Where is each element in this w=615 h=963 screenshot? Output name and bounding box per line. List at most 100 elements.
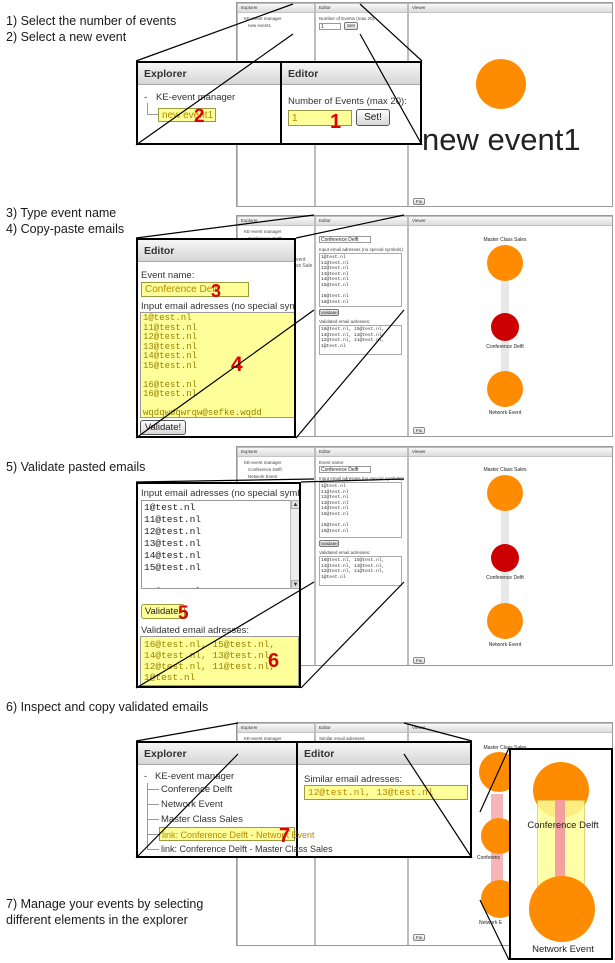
node-master-class[interactable] — [487, 475, 523, 511]
step-3-caption: 3) Type event name — [6, 206, 117, 220]
tree-root[interactable]: KE-event manager — [244, 460, 282, 466]
editor-header: Editor — [316, 448, 407, 457]
viewer-header: Viewer — [409, 217, 612, 226]
step-7-caption-line2: different elements in the explorer — [6, 913, 188, 927]
zoom-explorer-header: Explorer — [138, 743, 296, 765]
validated-textarea[interactable]: 16@test.nl, 15@test.nl, 14@test.nl, 13@t… — [319, 325, 402, 355]
editor-panel: Editor Event name: Conference Delft Inpu… — [315, 447, 408, 665]
zoom-step-1: Explorer - KE-event manager new event1 2… — [136, 61, 422, 145]
badge-1: 1 — [330, 111, 342, 133]
tree-root[interactable]: KE-event manager — [244, 229, 282, 235]
viewer-header: Viewer — [409, 448, 612, 457]
emails-label: Input email adresses (no special symbols… — [141, 488, 301, 499]
editor-header: Editor — [316, 724, 407, 733]
tree-item-link-conference-network[interactable]: link: Conference Delft - Network Event — [159, 827, 315, 841]
step-4-caption: 4) Copy-paste emails — [6, 222, 125, 236]
validated-label: Validated email adresses: — [141, 625, 250, 636]
emails-textarea[interactable]: 1@test.nl 11@test.nl 12@test.nl 13@test.… — [140, 312, 294, 418]
step-1-caption: 1) Select the number of events — [6, 14, 177, 28]
tree-root[interactable]: KE-event manager — [155, 771, 234, 782]
viewer-panel: Viewer new event1 Fix — [408, 3, 612, 206]
zoom-editor-header: Editor — [138, 240, 294, 262]
fix-button[interactable]: Fix — [413, 427, 425, 434]
zoom-editor-header: Editor — [298, 743, 470, 765]
num-events-input[interactable]: 1 — [319, 23, 341, 30]
scroll-up-icon[interactable]: ▲ — [291, 500, 299, 509]
set-button[interactable]: Set! — [356, 109, 390, 126]
num-events-label: Number of Events (max 20): — [288, 96, 407, 107]
zoom-step-5: Input email adresses (no special symbols… — [136, 482, 301, 688]
zoom-explorer-header: Explorer — [138, 63, 280, 85]
emails-textarea[interactable]: 1@test.nl 11@test.nl 12@test.nl 13@test.… — [319, 482, 402, 538]
emails-textarea[interactable]: 1@test.nl 11@test.nl 12@test.nl 13@test.… — [319, 253, 402, 307]
validated-label: Validated email adresses: — [319, 319, 371, 324]
emails-scrollbar[interactable]: ▲ ▼ — [290, 500, 299, 589]
zoom-step-2: Editor Event name: Conference Delft 3 In… — [136, 238, 296, 438]
tree-item-master-class[interactable]: Master Class Sales — [161, 814, 243, 825]
zoom-explorer: Explorer - KE-event manager new event1 2 — [138, 63, 282, 143]
zoomed-node-network[interactable] — [529, 876, 595, 942]
node-label-network: Network Event — [488, 642, 522, 648]
tree-item-network[interactable]: Network Event — [161, 799, 223, 810]
set-button[interactable]: Set! — [344, 22, 358, 30]
node-label-conference: Conference Delft — [486, 344, 524, 350]
zoom-editor: Editor Number of Events (max 20): 1 Set!… — [282, 63, 420, 143]
tree-root[interactable]: KE-event manager — [244, 16, 282, 22]
tree-branch — [147, 789, 159, 790]
tree-item-conference[interactable]: Conference Delft — [248, 467, 282, 473]
event-name-input[interactable]: Conference Delft — [319, 466, 371, 473]
node-label-conference: Conference Delft — [486, 575, 524, 581]
num-events-input[interactable]: 1 — [288, 110, 352, 126]
fix-button[interactable]: Fix — [413, 934, 425, 941]
num-events-label: Number of Events (max 20): — [319, 16, 376, 21]
tree-item-conference[interactable]: Conference Delft — [161, 784, 232, 795]
tree-root[interactable]: KE-event manager — [156, 92, 235, 103]
tree-item-new-event[interactable]: new event1 — [248, 23, 271, 29]
validate-button[interactable]: Validate! — [319, 309, 339, 316]
viewer-header: Viewer — [409, 724, 612, 733]
event-name-label: Event name: — [319, 460, 345, 465]
node-master-class[interactable] — [487, 245, 523, 281]
explorer-header: Explorer — [238, 448, 314, 457]
similar-label: Similar email adresses: — [304, 774, 403, 785]
badge-6: 6 — [268, 650, 280, 672]
validated-textarea[interactable]: 16@test.nl, 15@test.nl, 14@test.nl, 13@t… — [319, 556, 402, 586]
step-5-caption: 5) Validate pasted emails — [6, 460, 146, 474]
node-label-master: Master Class Sales — [483, 237, 527, 243]
emails-label: Input email adresses (no special symbols… — [319, 476, 405, 481]
scroll-down-icon[interactable]: ▼ — [291, 580, 299, 589]
zoom-editor: Editor Similar email adresses: 12@test.n… — [298, 743, 470, 856]
node-network[interactable] — [487, 371, 523, 407]
tree-item-network[interactable]: Network Event — [248, 474, 277, 480]
similar-emails-field[interactable]: 12@test.nl, 13@test.nl — [304, 785, 468, 800]
emails-label: Input email adresses (no special symbols… — [141, 301, 294, 312]
zoomed-label-network: Network Event — [532, 944, 594, 955]
explorer-header: Explorer — [238, 217, 314, 226]
node-conference[interactable] — [491, 544, 519, 572]
validate-button[interactable]: Validate! — [319, 540, 339, 547]
node-conference[interactable] — [491, 313, 519, 341]
tree-trunk — [147, 783, 148, 850]
viewer-panel: Viewer Master Class Sales Conference Del… — [408, 216, 612, 436]
explorer-header: Explorer — [238, 4, 314, 13]
fix-button[interactable]: Fix — [413, 657, 425, 664]
event-node[interactable] — [476, 59, 526, 109]
step-7-caption-line1: 7) Manage your events by selecting — [6, 897, 204, 911]
emails-textarea[interactable]: 1@test.nl 11@test.nl 12@test.nl 13@test.… — [141, 500, 299, 589]
tree-branch — [147, 849, 159, 850]
badge-3: 3 — [211, 281, 222, 301]
step-6-caption: 6) Inspect and copy validated emails — [6, 700, 209, 714]
validated-label: Validated email adresses: — [319, 550, 371, 555]
event-name-label: Event name: — [141, 270, 195, 281]
fix-button[interactable]: Fix — [413, 198, 425, 205]
editor-panel: Editor Conference Delft Input email adre… — [315, 216, 408, 436]
tree-item-new-event[interactable]: new event1 — [158, 108, 216, 122]
badge-5: 5 — [178, 603, 189, 624]
validate-button[interactable]: Validate! — [140, 420, 186, 435]
node-network[interactable] — [487, 603, 523, 639]
node-label-master: Master Class Sales — [483, 467, 527, 473]
event-name-input[interactable]: Conference Delft — [319, 236, 371, 243]
event-name-input[interactable]: Conference Delft — [141, 282, 249, 297]
badge-4: 4 — [231, 353, 243, 376]
event-node-label: new event1 — [422, 122, 581, 157]
